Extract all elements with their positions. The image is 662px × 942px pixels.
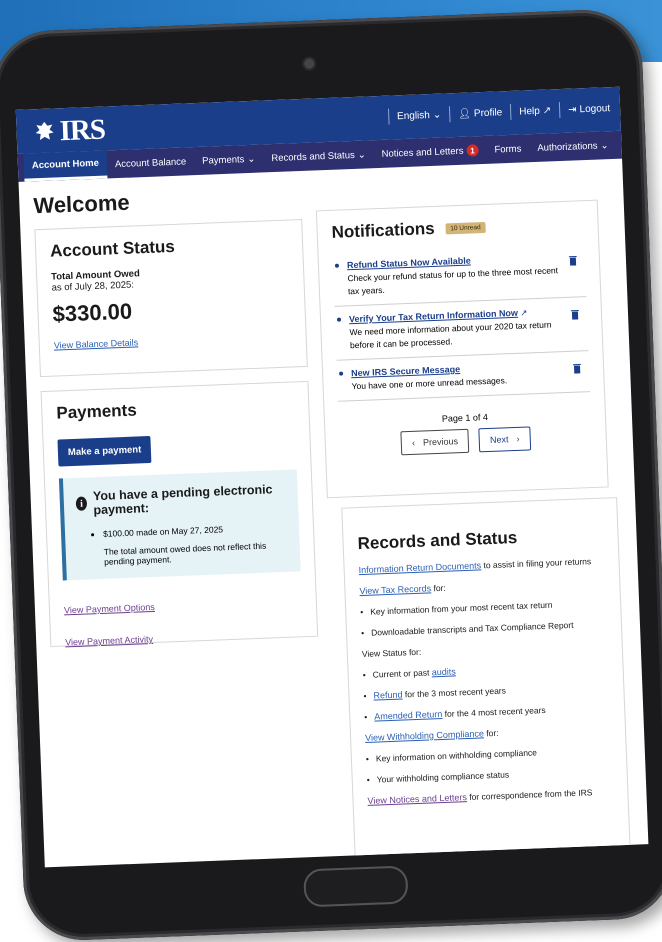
- notifications-title: Notifications: [331, 218, 435, 242]
- pending-note: The total amount owed does not reflect t…: [103, 540, 267, 567]
- irs-logo[interactable]: IRS: [32, 114, 106, 150]
- payment-activity-link[interactable]: View Payment Activity: [65, 634, 153, 647]
- payments-card: Payments Make a payment i You have a pen…: [40, 380, 319, 647]
- audits-link[interactable]: audits: [432, 666, 456, 677]
- help-link[interactable]: Help ↗: [519, 105, 551, 117]
- notifications-card: Notifications 10 Unread Refund Status No…: [315, 199, 609, 499]
- pending-payment-alert: i You have a pending electronic payment:…: [58, 469, 301, 581]
- chevron-down-icon: ⌄: [357, 149, 366, 161]
- payments-title: Payments: [56, 400, 138, 423]
- records-title: Records and Status: [357, 527, 518, 554]
- account-status-card: Account Status Total Amount Owed as of J…: [34, 218, 308, 378]
- payment-options-link[interactable]: View Payment Options: [64, 602, 155, 615]
- chevron-down-icon: ⌄: [247, 153, 256, 165]
- refund-link[interactable]: Refund: [373, 689, 402, 700]
- info-icon: i: [75, 496, 88, 511]
- nav-forms[interactable]: Forms: [486, 134, 530, 164]
- trash-icon[interactable]: [572, 363, 581, 374]
- chevron-down-icon: ⌄: [600, 139, 609, 151]
- camera-icon: [304, 58, 315, 69]
- home-button[interactable]: [303, 865, 409, 908]
- amount-owed: $330.00: [52, 298, 133, 327]
- chevron-left-icon: ‹: [411, 437, 416, 448]
- previous-button[interactable]: ‹ Previous: [400, 428, 470, 456]
- amended-return-link[interactable]: Amended Return: [374, 709, 442, 722]
- unread-badge: 10 Unread: [445, 221, 486, 235]
- pending-payment-item: $100.00 made on May 27, 2025: [103, 522, 287, 539]
- nav-account-balance[interactable]: Account Balance: [106, 147, 194, 178]
- info-return-documents-link[interactable]: Information Return Documents: [358, 560, 481, 575]
- next-button[interactable]: Next ›: [478, 426, 531, 453]
- chevron-right-icon: ›: [516, 433, 520, 444]
- notices-letters-link[interactable]: View Notices and Letters: [367, 792, 467, 806]
- external-link-icon: ↗: [520, 307, 528, 318]
- language-select[interactable]: English ⌄: [397, 109, 442, 122]
- utility-nav: English ⌄ 👤︎ Profile Help ↗ ⇥ Logout: [380, 100, 611, 125]
- nav-account-home[interactable]: Account Home: [23, 150, 108, 182]
- trash-icon[interactable]: [570, 309, 579, 320]
- view-tax-records-link[interactable]: View Tax Records: [359, 583, 431, 596]
- user-icon: 👤︎: [458, 107, 472, 120]
- logout-link[interactable]: ⇥ Logout: [568, 103, 610, 116]
- chevron-down-icon: ⌄: [432, 109, 442, 121]
- external-link-icon: ↗: [542, 104, 552, 117]
- logo-text: IRS: [58, 113, 106, 148]
- nav-records-status[interactable]: Records and Status ⌄: [263, 140, 374, 172]
- nav-notices-letters[interactable]: Notices and Letters 1: [373, 136, 487, 168]
- eagle-icon: [35, 121, 54, 140]
- notices-count-badge: 1: [466, 144, 479, 157]
- screen: IRS English ⌄ 👤︎ Profile Help ↗ ⇥ Logout…: [15, 86, 649, 868]
- notification-item: New IRS Secure Message You have one or m…: [336, 351, 591, 402]
- notification-item: Verify Your Tax Return Information Now ↗…: [334, 297, 589, 361]
- withholding-compliance-link[interactable]: View Withholding Compliance: [365, 728, 484, 743]
- notification-item: Refund Status Now Available Check your r…: [332, 243, 587, 307]
- records-status-card: Records and Status Information Return Do…: [341, 497, 631, 868]
- trash-icon[interactable]: [568, 255, 577, 266]
- make-payment-button[interactable]: Make a payment: [57, 435, 152, 467]
- nav-authorizations[interactable]: Authorizations ⌄: [529, 131, 617, 162]
- pagination: Page 1 of 4 ‹ Previous Next ›: [339, 408, 592, 458]
- logout-icon: ⇥: [567, 103, 577, 116]
- tablet-frame: IRS English ⌄ 👤︎ Profile Help ↗ ⇥ Logout…: [0, 7, 662, 942]
- view-balance-link[interactable]: View Balance Details: [54, 337, 139, 350]
- nav-payments[interactable]: Payments ⌄: [194, 144, 264, 175]
- profile-link[interactable]: 👤︎ Profile: [458, 107, 502, 120]
- account-status-title: Account Status: [49, 236, 176, 261]
